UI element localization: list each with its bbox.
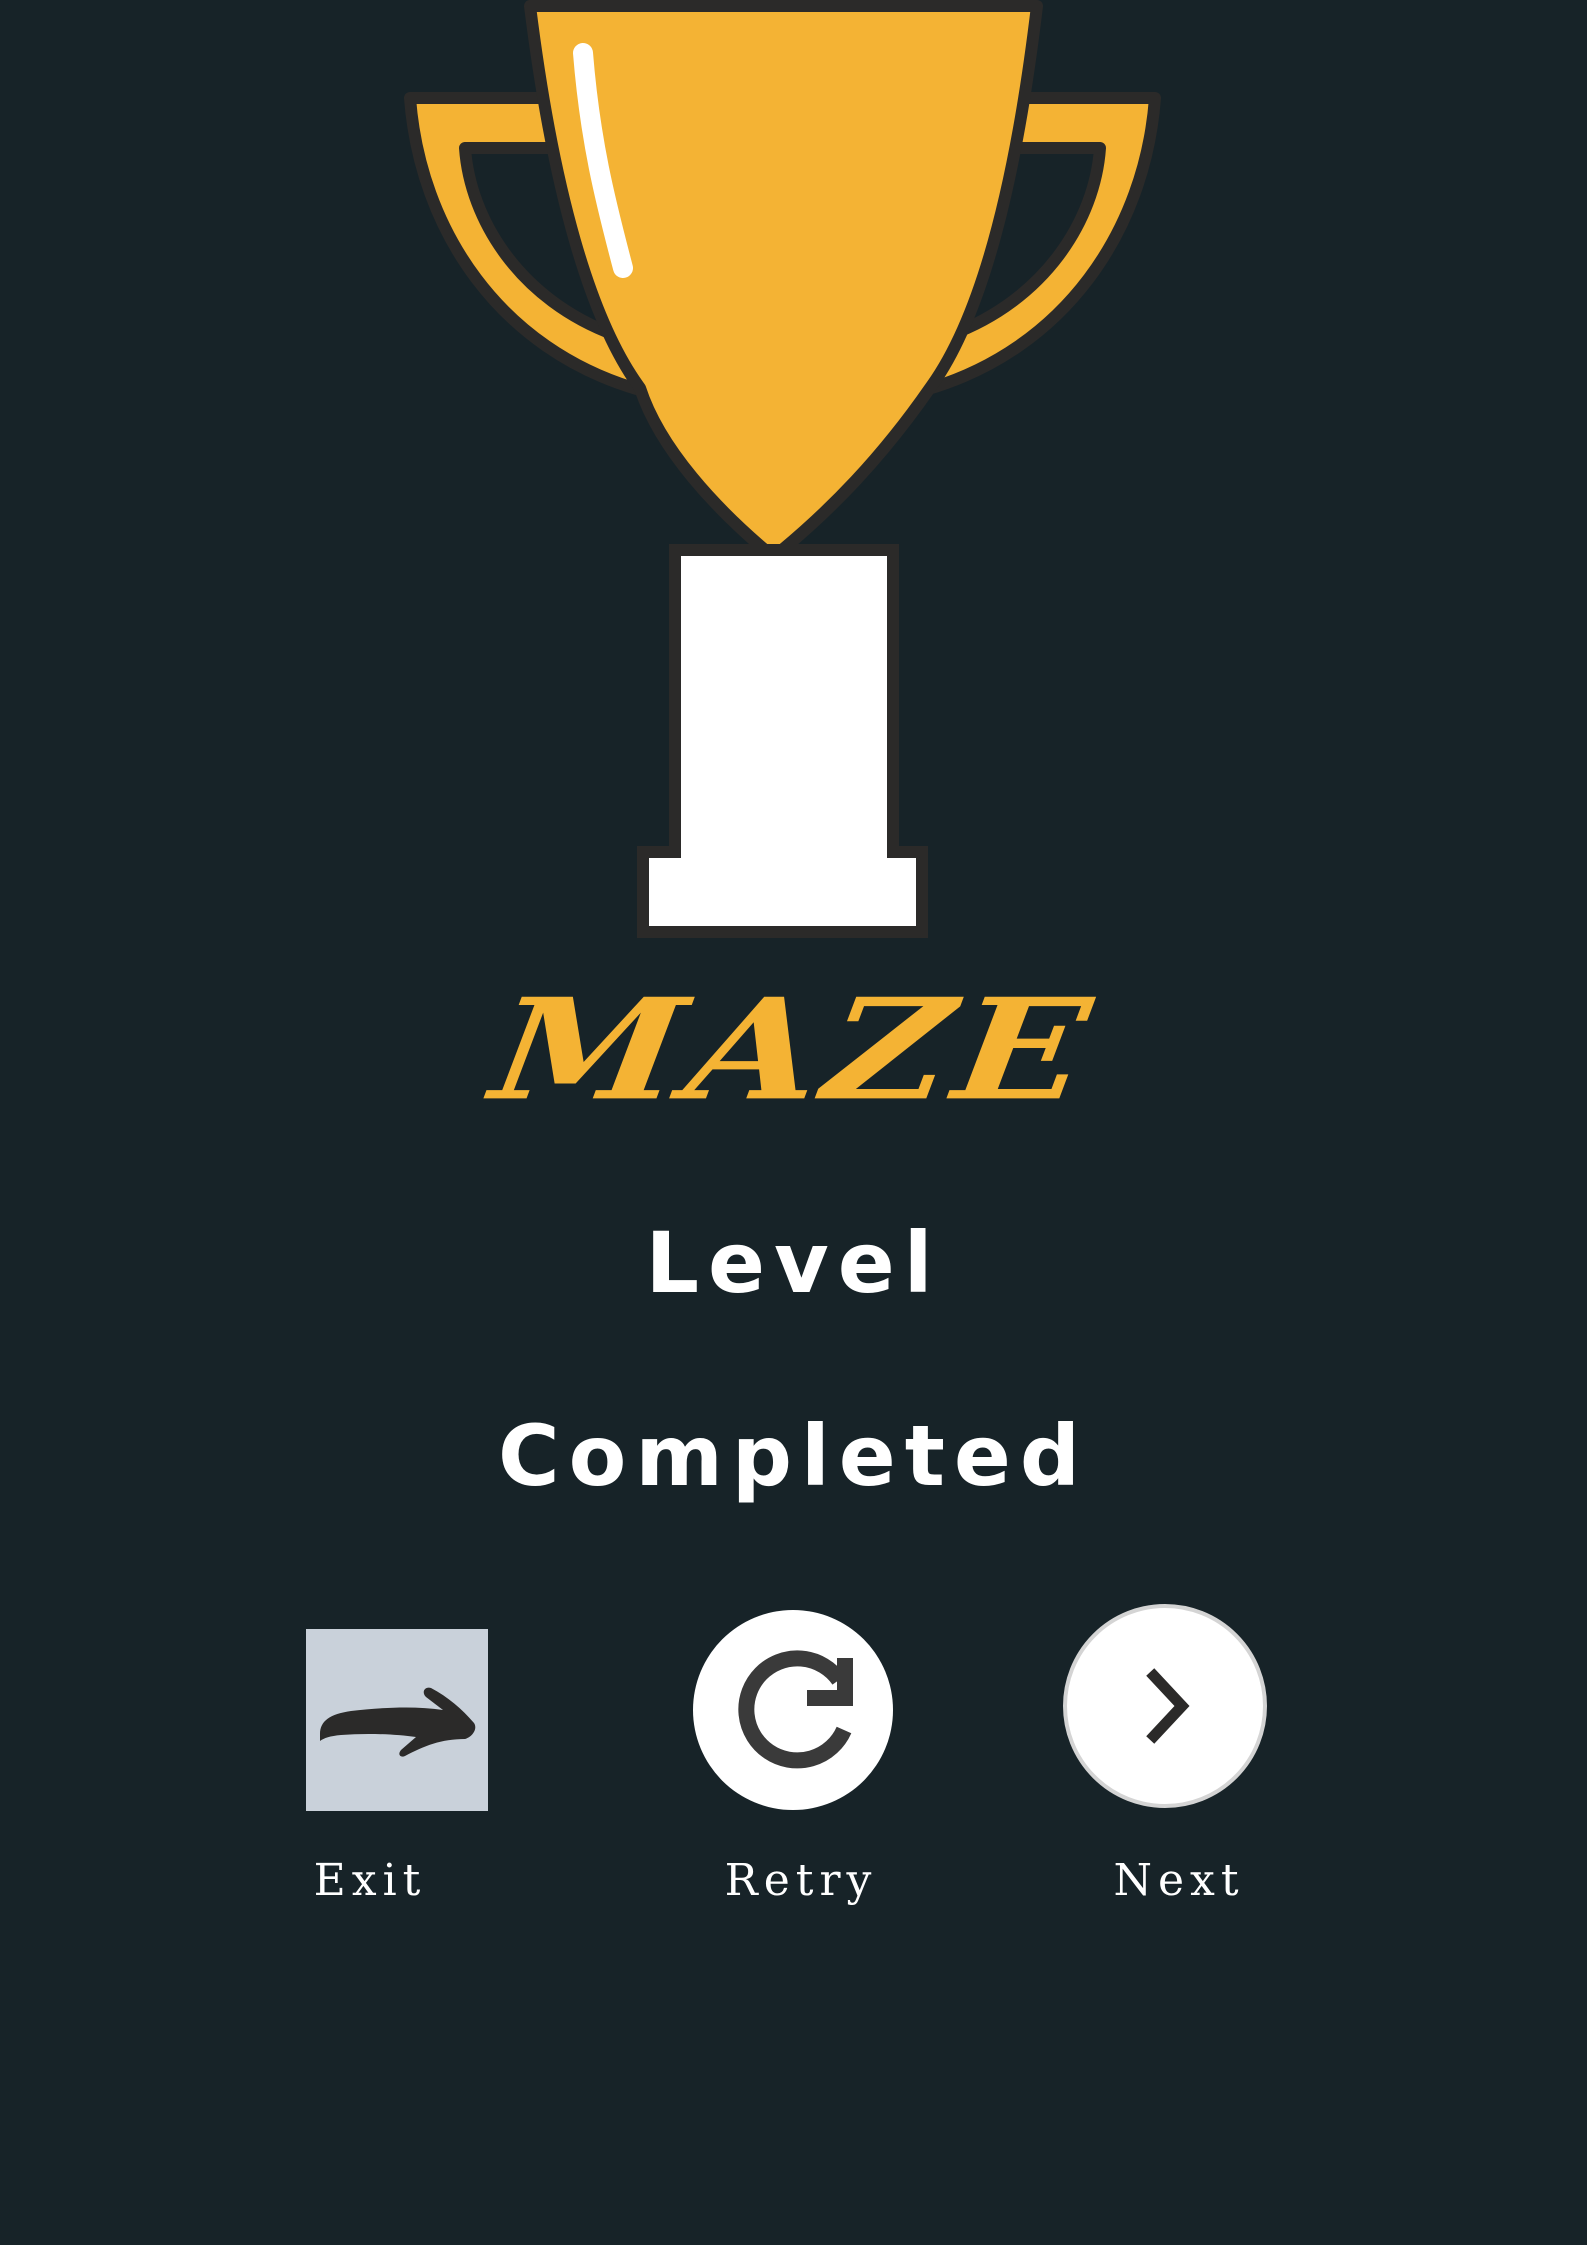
refresh-icon bbox=[738, 1650, 853, 1769]
retry-button[interactable] bbox=[693, 1610, 893, 1810]
result-line-completed: Completed bbox=[497, 1407, 1090, 1505]
game-title-text: MAZE bbox=[483, 968, 1104, 1132]
trophy-stem bbox=[637, 544, 928, 938]
exit-label: Exit bbox=[313, 1855, 427, 1906]
retry-label: Retry bbox=[724, 1855, 878, 1906]
next-label: Next bbox=[1113, 1855, 1245, 1906]
trophy-icon bbox=[404, 0, 1161, 938]
game-title: MAZE bbox=[0, 960, 1587, 1140]
next-button[interactable] bbox=[1063, 1604, 1267, 1808]
trophy-cup bbox=[524, 0, 1043, 556]
result-line-level: Level bbox=[645, 1214, 942, 1312]
exit-button[interactable] bbox=[306, 1629, 488, 1811]
arrow-right-icon bbox=[320, 1687, 476, 1757]
chevron-right-icon bbox=[1146, 1668, 1190, 1744]
